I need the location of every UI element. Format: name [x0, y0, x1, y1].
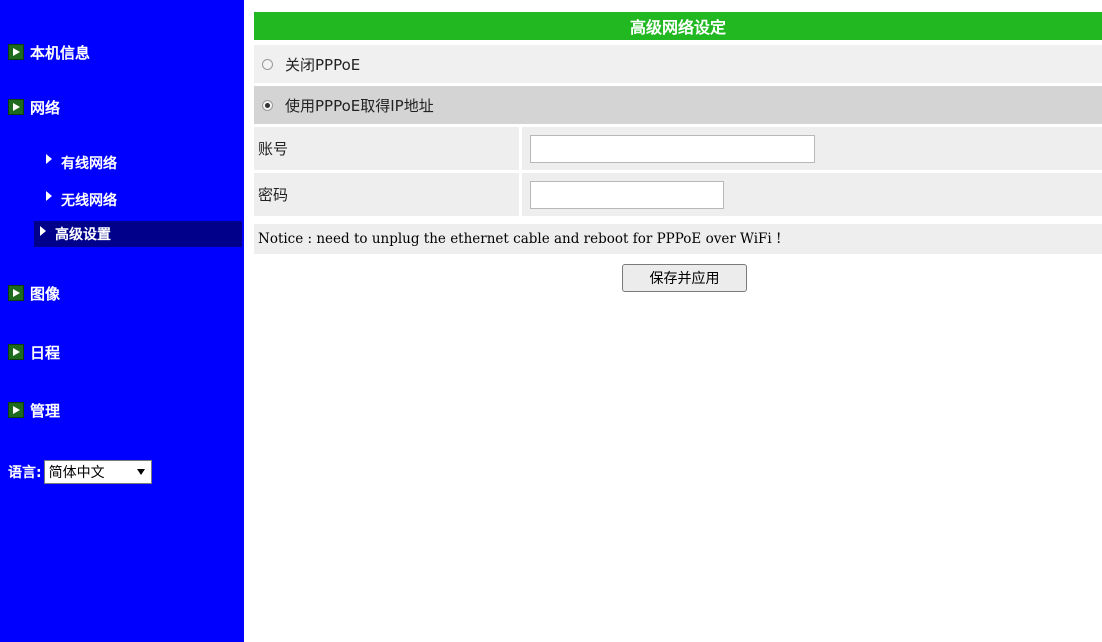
option-disable-pppoe[interactable]: 关闭PPPoE — [254, 45, 1102, 83]
notice-text: Notice : need to unplug the ethernet cab… — [254, 224, 1102, 254]
submenu-item-wired-network[interactable]: 有线网络 — [46, 152, 117, 174]
triangle-right-icon — [46, 191, 52, 201]
account-input[interactable] — [530, 134, 815, 163]
menu-item-label: 管理 — [30, 401, 61, 420]
play-arrow-icon — [8, 285, 24, 301]
triangle-right-icon — [40, 226, 46, 236]
triangle-right-icon — [46, 154, 52, 164]
sidebar: 本机信息 网络 有线网络 无线网络 高级设置 图像 日程 管理 语言: 简体中文 — [0, 0, 244, 642]
language-row: 语言: 简体中文 — [8, 459, 152, 485]
account-label: 账号 — [254, 127, 519, 170]
radio-button-unchecked[interactable] — [262, 58, 273, 70]
language-select[interactable]: 简体中文 — [43, 460, 152, 484]
menu-item-network[interactable]: 网络 — [8, 97, 60, 117]
account-row: 账号 — [254, 127, 1102, 170]
menu-item-schedule[interactable]: 日程 — [8, 342, 60, 362]
password-field-cell — [522, 173, 1102, 216]
language-label: 语言: — [8, 465, 42, 481]
play-arrow-icon — [8, 44, 24, 60]
password-label: 密码 — [254, 173, 519, 216]
play-arrow-icon — [8, 99, 24, 115]
account-field-cell — [522, 127, 1102, 170]
option-label: 使用PPPoE取得IP地址 — [285, 96, 434, 115]
submenu-item-label: 高级设置 — [55, 227, 111, 243]
menu-item-device-info[interactable]: 本机信息 — [8, 42, 90, 62]
dropdown-arrow-icon — [136, 469, 145, 475]
play-arrow-icon — [8, 402, 24, 418]
save-apply-button[interactable]: 保存并应用 — [622, 264, 747, 292]
submenu-item-label: 有线网络 — [61, 156, 117, 172]
password-input[interactable] — [530, 180, 724, 209]
play-arrow-icon — [8, 344, 24, 360]
submenu-item-label: 无线网络 — [61, 193, 117, 209]
menu-item-label: 图像 — [30, 284, 61, 303]
page-title: 高级网络设定 — [254, 12, 1102, 40]
option-use-pppoe[interactable]: 使用PPPoE取得IP地址 — [254, 86, 1102, 124]
menu-item-management[interactable]: 管理 — [8, 400, 60, 420]
radio-button-checked[interactable] — [262, 99, 273, 111]
menu-item-label: 网络 — [30, 98, 61, 117]
submenu-item-advanced-settings[interactable]: 高级设置 — [34, 221, 242, 247]
menu-item-label: 日程 — [30, 343, 61, 362]
password-row: 密码 — [254, 173, 1102, 216]
option-label: 关闭PPPoE — [285, 55, 361, 74]
language-selected-value: 简体中文 — [48, 465, 105, 481]
menu-item-label: 本机信息 — [30, 43, 91, 62]
menu-item-image[interactable]: 图像 — [8, 283, 60, 303]
submenu-item-wireless-network[interactable]: 无线网络 — [46, 189, 117, 211]
